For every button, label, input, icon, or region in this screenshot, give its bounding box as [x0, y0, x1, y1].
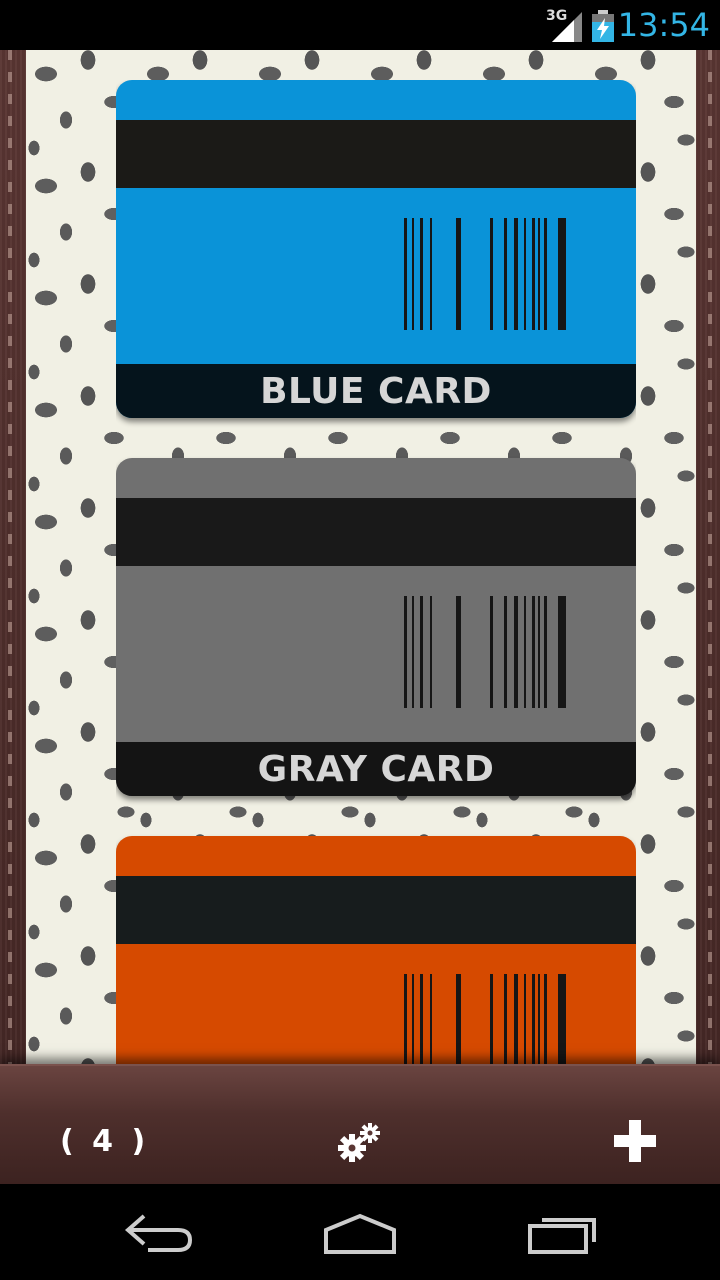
barcode-bar — [490, 974, 493, 1064]
barcode-bar — [504, 974, 507, 1064]
card-item[interactable]: GRAY CARD — [116, 458, 636, 796]
barcode-bar — [490, 218, 493, 330]
barcode-bar — [430, 974, 432, 1064]
barcode-bar — [532, 974, 535, 1064]
barcode-bar — [538, 974, 540, 1064]
barcode-bar — [532, 218, 535, 330]
barcode-bar — [558, 218, 566, 330]
barcode-bar — [544, 218, 547, 330]
barcode-bar — [524, 974, 526, 1064]
barcode-bar — [538, 218, 540, 330]
barcode-bar — [514, 218, 518, 330]
barcode-bar — [490, 596, 493, 708]
card-label-band: GRAY CARD — [116, 742, 636, 796]
barcode-bar — [430, 596, 432, 708]
barcode-bar — [412, 974, 414, 1064]
barcode-bar — [504, 596, 507, 708]
card-item[interactable] — [116, 836, 636, 1064]
barcode-bar — [558, 974, 566, 1064]
card-list[interactable]: BLUE CARD GRAY CARD — [116, 80, 636, 1064]
wallet: BLUE CARD GRAY CARD ( 4 ) — [0, 50, 720, 1186]
stitching-right — [708, 50, 712, 1184]
barcode-bar — [412, 596, 414, 708]
card-label-band: BLUE CARD — [116, 364, 636, 418]
barcode-bar — [456, 974, 461, 1064]
status-bar: 3G 13:54 — [0, 0, 720, 50]
card-label: GRAY CARD — [257, 748, 495, 790]
barcode-bar — [412, 218, 414, 330]
card-item[interactable]: BLUE CARD — [116, 80, 636, 418]
magnetic-stripe — [116, 498, 636, 566]
magnetic-stripe — [116, 876, 636, 944]
stitching-left — [8, 50, 12, 1184]
magnetic-stripe — [116, 120, 636, 188]
barcode-icon — [404, 596, 566, 708]
wallet-pocket-toolbar: ( 4 ) — [0, 1064, 720, 1186]
barcode-bar — [524, 218, 526, 330]
barcode-bar — [456, 218, 461, 330]
plus-icon[interactable] — [614, 1120, 656, 1162]
home-icon[interactable] — [322, 1212, 398, 1254]
barcode-bar — [404, 218, 407, 330]
barcode-bar — [420, 218, 423, 330]
navigation-bar — [0, 1184, 720, 1280]
barcode-bar — [532, 596, 535, 708]
barcode-bar — [524, 596, 526, 708]
barcode-bar — [514, 974, 518, 1064]
barcode-bar — [420, 974, 423, 1064]
barcode-icon — [404, 974, 566, 1064]
leopard-print-background: BLUE CARD GRAY CARD — [26, 50, 696, 1064]
signal-icon — [552, 12, 582, 42]
barcode-bar — [558, 596, 566, 708]
barcode-bar — [544, 974, 547, 1064]
back-icon[interactable] — [122, 1212, 196, 1252]
battery-charging-icon — [592, 10, 614, 42]
barcode-icon — [404, 218, 566, 330]
recent-apps-icon[interactable] — [526, 1212, 600, 1254]
barcode-bar — [404, 596, 407, 708]
barcode-bar — [504, 218, 507, 330]
clock: 13:54 — [617, 6, 710, 44]
barcode-bar — [514, 596, 518, 708]
card-count: ( 4 ) — [60, 1124, 150, 1159]
barcode-bar — [420, 596, 423, 708]
card-label: BLUE CARD — [260, 370, 492, 412]
barcode-bar — [544, 596, 547, 708]
barcode-bar — [404, 974, 407, 1064]
barcode-bar — [430, 218, 432, 330]
barcode-bar — [456, 596, 461, 708]
gears-icon[interactable] — [336, 1120, 384, 1164]
barcode-bar — [538, 596, 540, 708]
